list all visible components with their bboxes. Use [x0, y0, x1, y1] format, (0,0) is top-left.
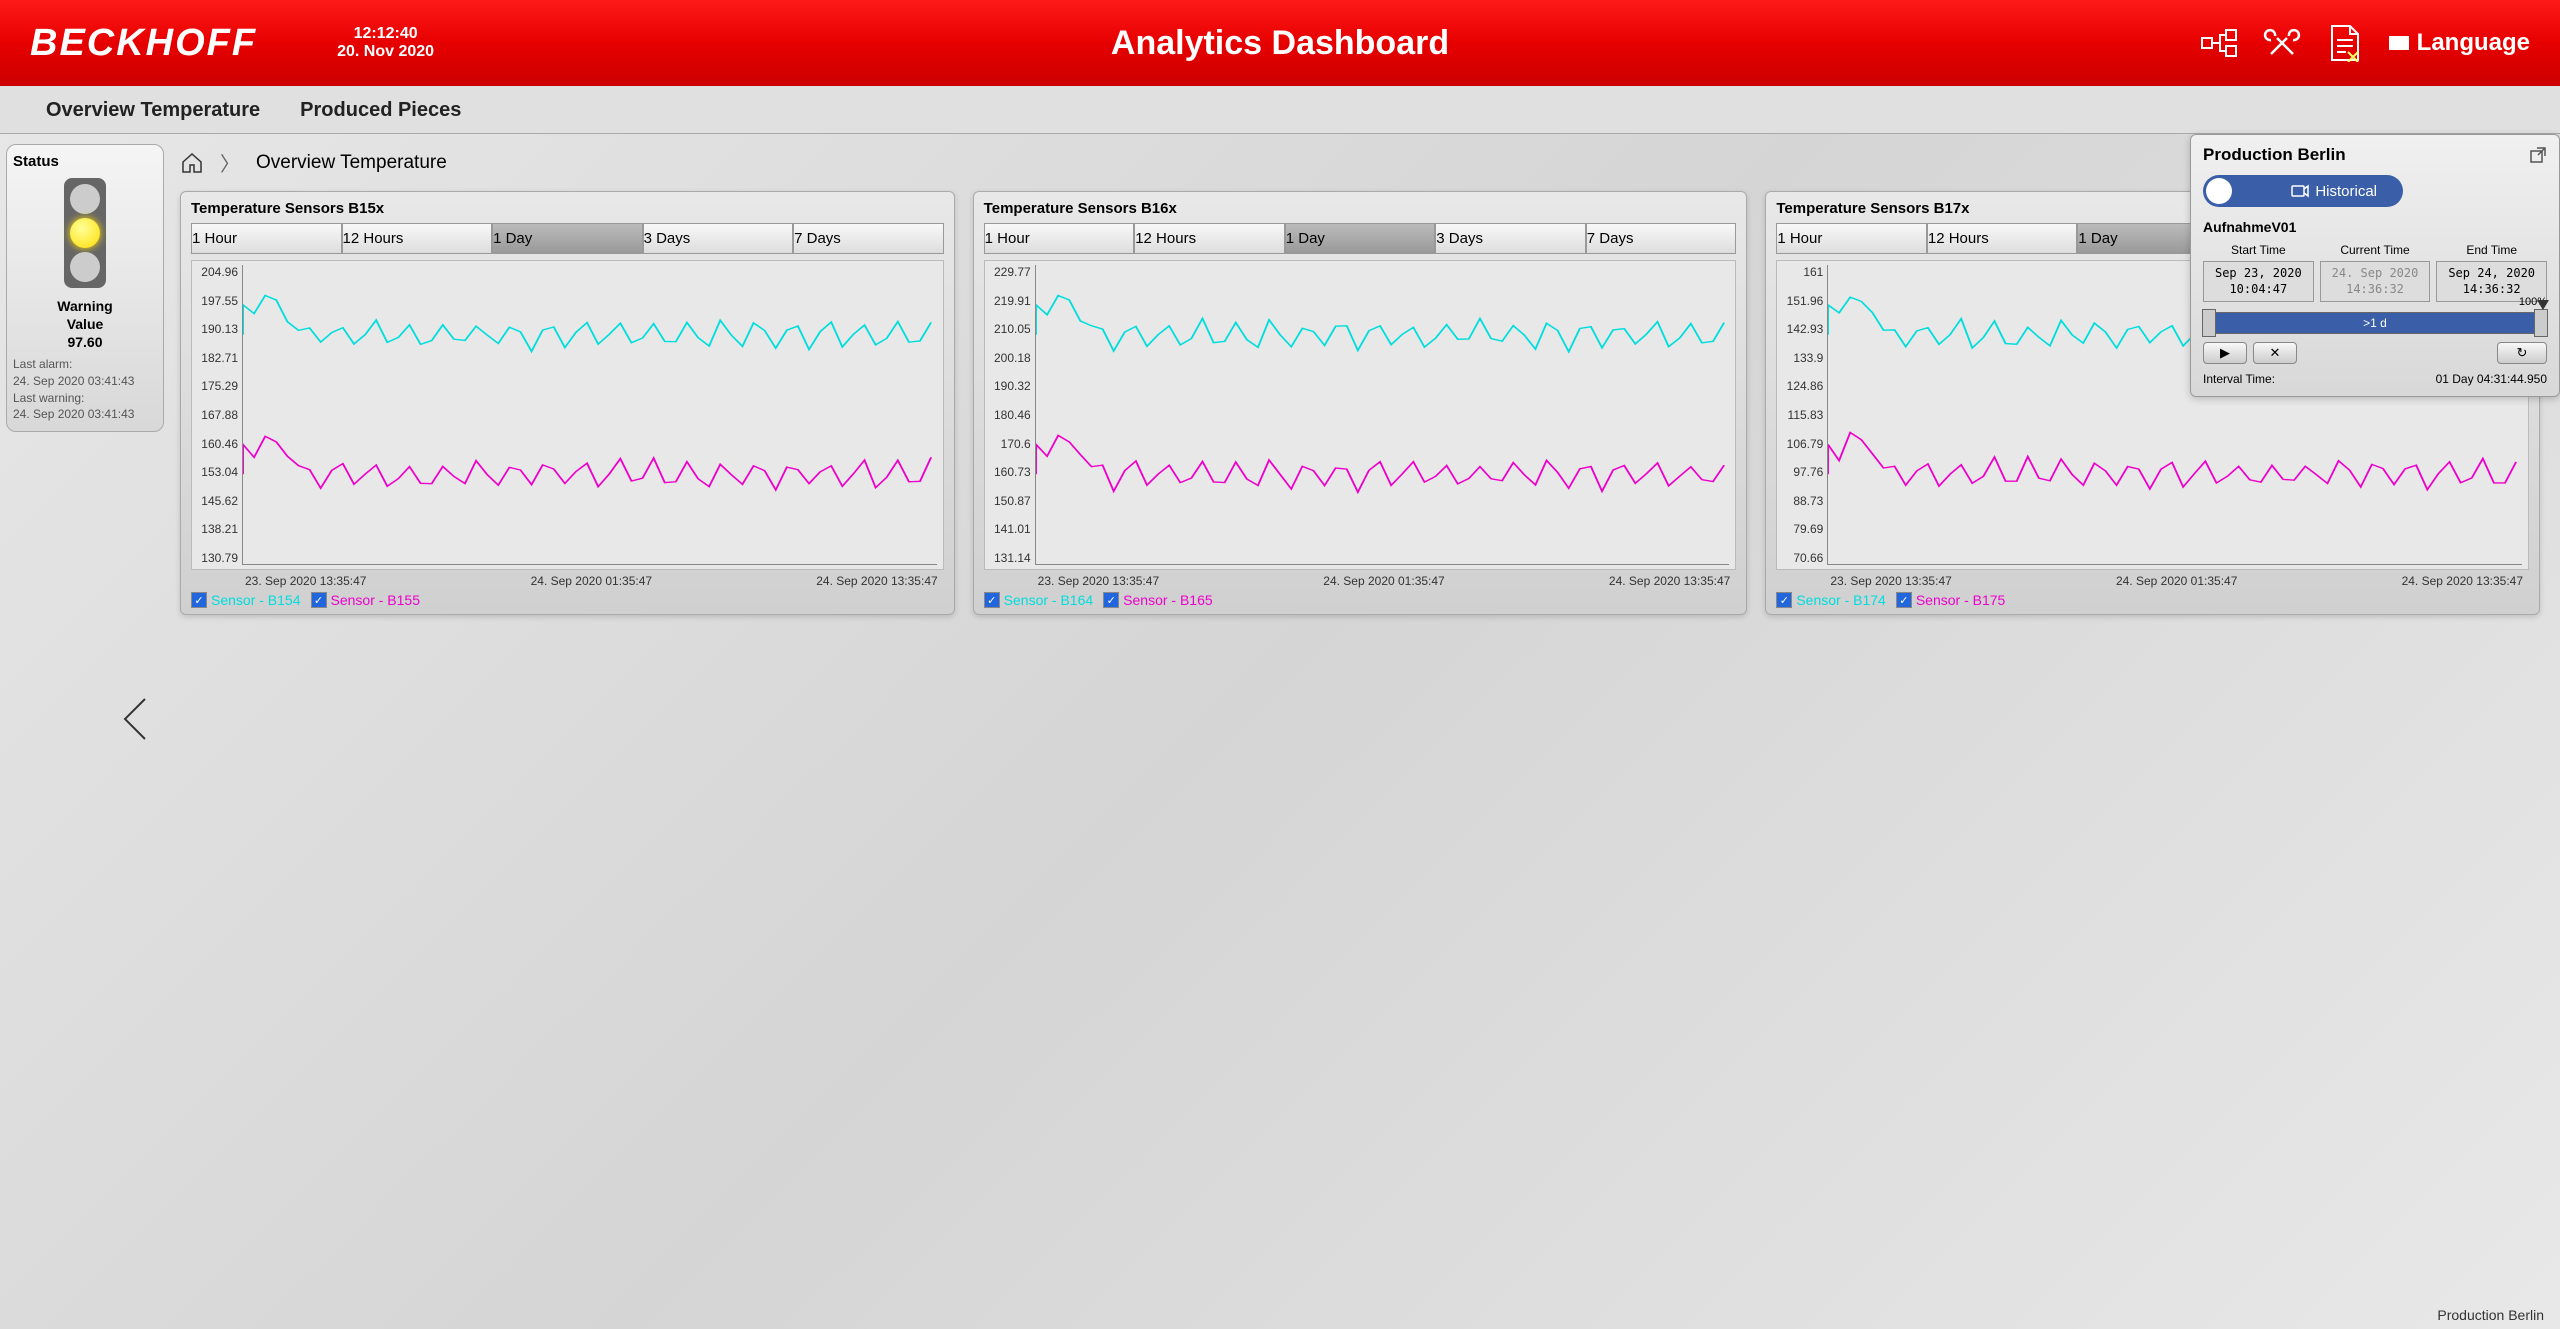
legend-label: Sensor - B165 — [1123, 592, 1213, 608]
legend-checkbox[interactable]: ✓ — [311, 592, 327, 608]
content-area: 〉 Overview Temperature Temperature Senso… — [170, 134, 2560, 1329]
chart-title: Temperature Sensors B15x — [191, 200, 944, 217]
start-time-value[interactable]: Sep 23, 2020 10:04:47 — [2203, 261, 2314, 302]
play-button[interactable]: ▶ — [2203, 342, 2247, 364]
historical-toggle[interactable]: Historical — [2203, 175, 2403, 207]
legend-checkbox[interactable]: ✓ — [191, 592, 207, 608]
time-range-button[interactable]: 3 Days — [643, 223, 794, 254]
page-title: Analytics Dashboard — [1111, 24, 1449, 63]
chart-panel-0: Temperature Sensors B15x 1 Hour12 Hours1 … — [180, 191, 955, 615]
current-time-value: 24. Sep 2020 14:36:32 — [2320, 261, 2431, 302]
nav-prev-arrow[interactable] — [120, 694, 150, 744]
traffic-light — [64, 178, 106, 288]
current-time-label: Current Time — [2320, 243, 2431, 257]
last-warning-label: Last warning: — [13, 390, 157, 407]
legend-label: Sensor - B154 — [211, 592, 301, 608]
language-label: Language — [2417, 29, 2530, 57]
slider-handle-right[interactable] — [2534, 309, 2548, 337]
interval-label: Interval Time: — [2203, 372, 2275, 386]
end-time-label: End Time — [2436, 243, 2547, 257]
time-range-button[interactable]: 1 Hour — [984, 223, 1135, 254]
camera-icon — [2291, 183, 2309, 199]
language-selector[interactable]: Language — [2389, 29, 2530, 57]
light-red — [70, 184, 100, 214]
start-time-label: Start Time — [2203, 243, 2314, 257]
status-title: Status — [13, 153, 157, 170]
legend-label: Sensor - B174 — [1796, 592, 1886, 608]
production-panel: Production Berlin Historical AufnahmeV01… — [2190, 134, 2560, 397]
tab-bar: Overview Temperature Produced Pieces — [0, 86, 2560, 134]
chart-legend: ✓Sensor - B154✓Sensor - B155 — [191, 590, 944, 610]
breadcrumb-page: Overview Temperature — [256, 152, 447, 174]
time-range-button[interactable]: 1 Hour — [1776, 223, 1927, 254]
toggle-knob — [2206, 178, 2232, 204]
legend-checkbox[interactable]: ✓ — [1776, 592, 1792, 608]
plot-area — [1035, 265, 1730, 565]
legend-label: Sensor - B175 — [1916, 592, 2006, 608]
header-time: 12:12:40 — [337, 25, 434, 43]
y-axis: 229.77219.91210.05200.18190.32180.46170.… — [985, 261, 1035, 569]
time-range-button[interactable]: 1 Hour — [191, 223, 342, 254]
legend-checkbox[interactable]: ✓ — [1103, 592, 1119, 608]
loop-button[interactable]: ↻ — [2497, 342, 2547, 364]
recording-name: AufnahmeV01 — [2203, 219, 2547, 235]
slider-handle-left[interactable] — [2202, 309, 2216, 337]
y-axis: 161151.96142.93133.9124.86115.83106.7997… — [1777, 261, 1827, 569]
status-panel: Status Warning Value 97.60 Last alarm: 2… — [6, 144, 164, 432]
time-range-button[interactable]: 12 Hours — [1134, 223, 1285, 254]
chart-panel-1: Temperature Sensors B16x 1 Hour12 Hours1 … — [973, 191, 1748, 615]
production-title: Production Berlin — [2203, 145, 2346, 165]
x-axis: 23. Sep 2020 13:35:4724. Sep 2020 01:35:… — [191, 570, 944, 590]
last-alarm-label: Last alarm: — [13, 356, 157, 373]
interval-value: 01 Day 04:31:44.950 — [2436, 372, 2547, 386]
last-alarm-value: 24. Sep 2020 03:41:43 — [13, 373, 157, 390]
light-green — [70, 252, 100, 282]
status-value: 97.60 — [13, 334, 157, 350]
chart-title: Temperature Sensors B16x — [984, 200, 1737, 217]
time-range-button[interactable]: 3 Days — [1435, 223, 1586, 254]
time-range-button[interactable]: 1 Day — [492, 223, 643, 254]
document-icon[interactable] — [2326, 24, 2364, 62]
x-axis: 23. Sep 2020 13:35:4724. Sep 2020 01:35:… — [1776, 570, 2529, 590]
status-state: Warning — [13, 298, 157, 314]
breadcrumb: 〉 Overview Temperature — [180, 148, 2540, 177]
header-date: 20. Nov 2020 — [337, 43, 434, 61]
logo: BECKHOFF — [30, 22, 257, 65]
time-range-button[interactable]: 7 Days — [793, 223, 944, 254]
time-range-button[interactable]: 12 Hours — [1927, 223, 2078, 254]
footer-text: Production Berlin — [2437, 1307, 2544, 1323]
popout-icon[interactable] — [2529, 146, 2547, 164]
time-range-button[interactable]: 12 Hours — [342, 223, 493, 254]
chart-legend: ✓Sensor - B174✓Sensor - B175 — [1776, 590, 2529, 610]
y-axis: 204.96197.55190.13182.71175.29167.88160.… — [192, 261, 242, 569]
time-range-button[interactable]: 1 Day — [1285, 223, 1436, 254]
plot-area — [242, 265, 937, 565]
legend-label: Sensor - B155 — [331, 592, 421, 608]
x-axis: 23. Sep 2020 13:35:4724. Sep 2020 01:35:… — [984, 570, 1737, 590]
chart-legend: ✓Sensor - B164✓Sensor - B165 — [984, 590, 1737, 610]
flow-icon[interactable] — [2200, 24, 2238, 62]
chevron-right-icon: 〉 — [220, 148, 240, 177]
historical-label: Historical — [2315, 183, 2377, 200]
chart-area[interactable]: 204.96197.55190.13182.71175.29167.88160.… — [191, 260, 944, 570]
legend-checkbox[interactable]: ✓ — [984, 592, 1000, 608]
slider-text: >1 d — [2363, 316, 2387, 330]
last-warning-value: 24. Sep 2020 03:41:43 — [13, 406, 157, 423]
time-range-button[interactable]: 7 Days — [1586, 223, 1737, 254]
app-header: BECKHOFF 12:12:40 20. Nov 2020 Analytics… — [0, 0, 2560, 86]
tab-produced-pieces[interactable]: Produced Pieces — [280, 86, 481, 133]
chart-area[interactable]: 229.77219.91210.05200.18190.32180.46170.… — [984, 260, 1737, 570]
slider-marker-icon — [2537, 300, 2549, 310]
light-yellow — [70, 218, 100, 248]
language-icon — [2389, 36, 2409, 50]
tools-icon[interactable] — [2263, 24, 2301, 62]
status-value-label: Value — [13, 316, 157, 332]
time-slider[interactable]: 100% >1 d — [2203, 312, 2547, 334]
tab-overview-temperature[interactable]: Overview Temperature — [26, 86, 280, 133]
home-icon[interactable] — [180, 151, 204, 175]
legend-checkbox[interactable]: ✓ — [1896, 592, 1912, 608]
legend-label: Sensor - B164 — [1004, 592, 1094, 608]
stop-button[interactable]: ✕ — [2253, 342, 2297, 364]
header-datetime: 12:12:40 20. Nov 2020 — [337, 25, 434, 61]
